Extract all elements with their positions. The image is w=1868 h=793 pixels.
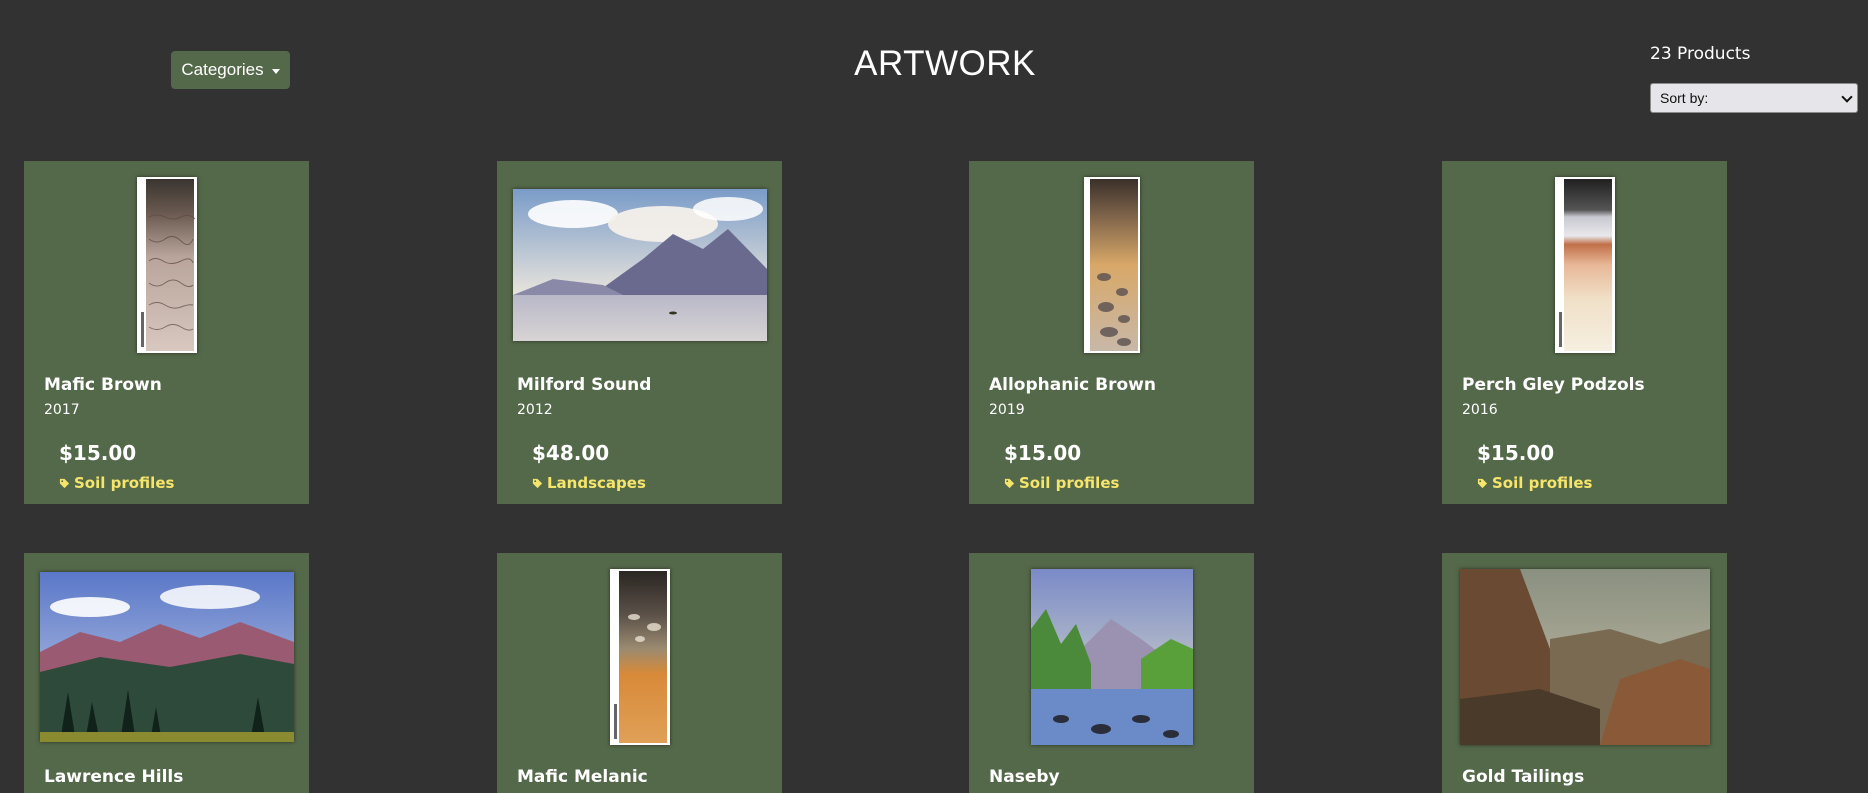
chevron-down-icon <box>1841 91 1853 103</box>
product-card[interactable]: Naseby <box>969 553 1254 793</box>
product-category-label: Landscapes <box>547 474 646 492</box>
tag-icon <box>1477 478 1488 488</box>
product-year: 2019 <box>989 402 1025 418</box>
product-name[interactable]: Mafic Brown <box>44 375 162 395</box>
product-card[interactable]: Milford Sound 2012 $48.00 Landscapes <box>497 161 782 504</box>
product-category[interactable]: Soil profiles <box>59 474 174 492</box>
product-category-label: Soil profiles <box>74 474 175 492</box>
product-name[interactable]: Allophanic Brown <box>989 375 1156 395</box>
product-image[interactable] <box>497 176 782 354</box>
product-name[interactable]: Perch Gley Podzols <box>1462 375 1645 395</box>
product-category[interactable]: Landscapes <box>532 474 646 492</box>
product-count: 23 Products <box>1650 44 1751 64</box>
product-name[interactable]: Naseby <box>989 767 1060 787</box>
product-image[interactable] <box>969 568 1254 746</box>
sort-select-value: Sort by: <box>1660 90 1709 106</box>
product-price: $15.00 <box>59 441 137 465</box>
product-image[interactable] <box>24 568 309 746</box>
product-price: $48.00 <box>532 441 610 465</box>
product-name[interactable]: Milford Sound <box>517 375 651 395</box>
product-name[interactable]: Gold Tailings <box>1462 767 1584 787</box>
sort-select[interactable]: Sort by: <box>1650 83 1858 113</box>
product-image[interactable] <box>1442 568 1727 746</box>
product-year: 2012 <box>517 402 553 418</box>
product-price: $15.00 <box>1477 441 1555 465</box>
product-card[interactable]: Lawrence Hills <box>24 553 309 793</box>
product-category-label: Soil profiles <box>1492 474 1593 492</box>
product-image[interactable] <box>24 176 309 354</box>
product-image[interactable] <box>1442 176 1727 354</box>
product-name[interactable]: Mafic Melanic <box>517 767 648 787</box>
product-category[interactable]: Soil profiles <box>1477 474 1592 492</box>
product-card[interactable]: Mafic Brown 2017 $15.00 Soil profiles <box>24 161 309 504</box>
product-card[interactable]: Gold Tailings <box>1442 553 1727 793</box>
product-name[interactable]: Lawrence Hills <box>44 767 183 787</box>
product-card[interactable]: Perch Gley Podzols 2016 $15.00 Soil prof… <box>1442 161 1727 504</box>
product-year: 2017 <box>44 402 80 418</box>
product-card[interactable]: Allophanic Brown 2019 $15.00 Soil profil… <box>969 161 1254 504</box>
product-category[interactable]: Soil profiles <box>1004 474 1119 492</box>
product-category-label: Soil profiles <box>1019 474 1120 492</box>
product-image[interactable] <box>969 176 1254 354</box>
product-price: $15.00 <box>1004 441 1082 465</box>
tag-icon <box>59 478 70 488</box>
page-title: ARTWORK <box>854 44 1036 83</box>
tag-icon <box>532 478 543 488</box>
product-image[interactable] <box>497 568 782 746</box>
product-card[interactable]: Mafic Melanic <box>497 553 782 793</box>
tag-icon <box>1004 478 1015 488</box>
product-year: 2016 <box>1462 402 1498 418</box>
